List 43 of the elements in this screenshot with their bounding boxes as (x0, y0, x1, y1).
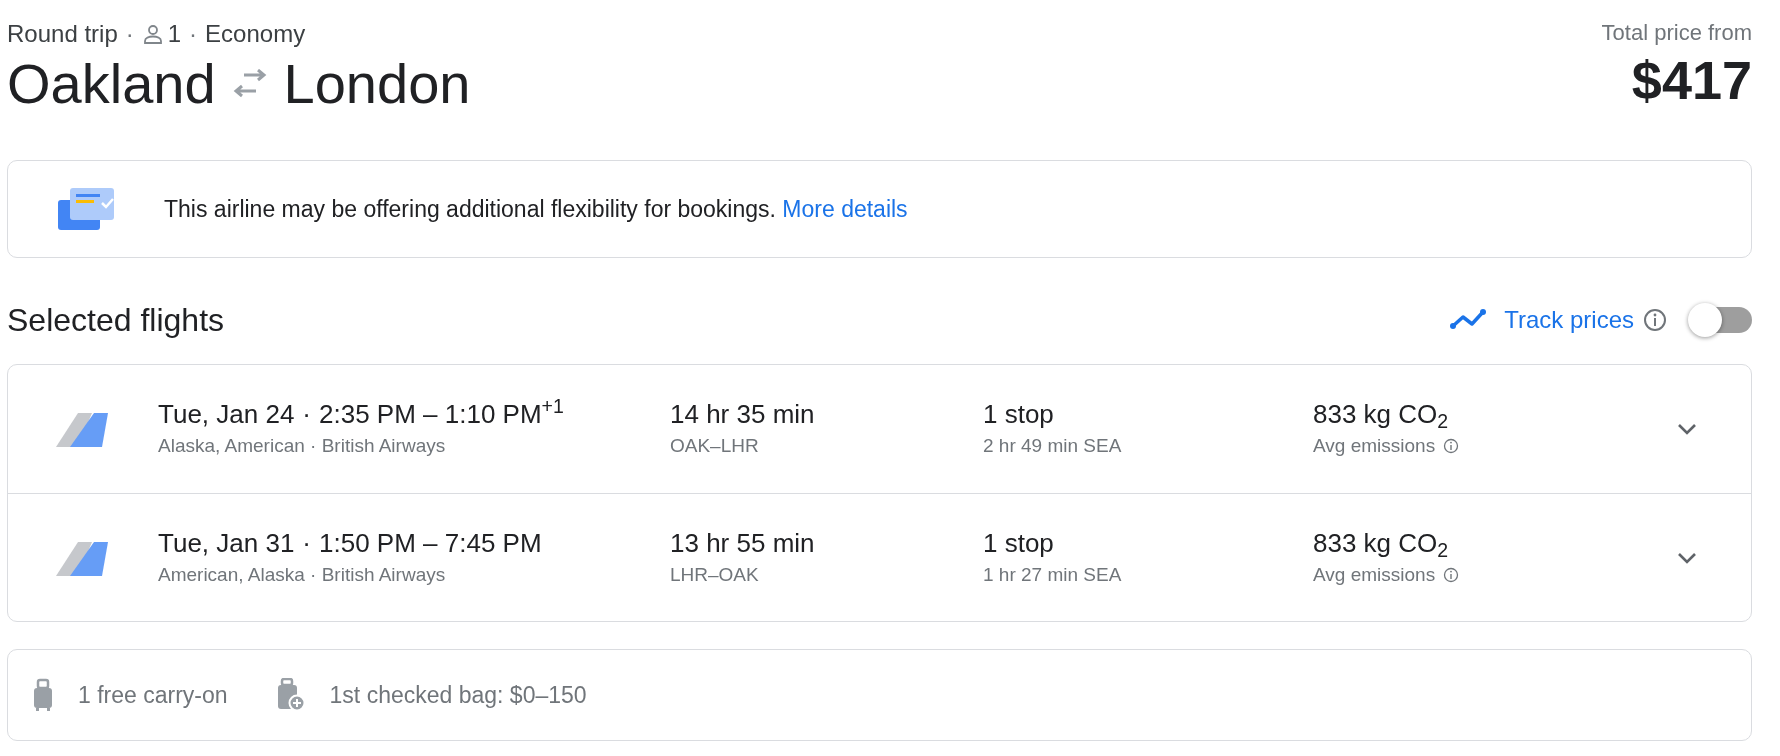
separator-dot: · (302, 398, 312, 432)
baggage-text: 1 free carry-on (78, 681, 228, 711)
suitcase-icon (32, 678, 54, 713)
info-icon (1642, 307, 1668, 334)
flight-date: Tue, Jan 31 (158, 526, 295, 560)
swap-arrows-icon (231, 69, 268, 100)
stop-count: 1 stop (983, 526, 1055, 560)
airline-names: American, Alaska · British Airways (158, 562, 447, 587)
suitcase-plus-icon (275, 678, 306, 713)
separator-dot: · (189, 19, 198, 49)
more-details-link[interactable]: More details (782, 196, 908, 223)
emissions-amount: 833 kg CO$_{2}$ (1313, 398, 1450, 433)
layover-info: 2 hr 49 min SEA (983, 434, 1123, 459)
layover-info: 1 hr 27 min SEA (983, 562, 1123, 587)
person-icon (141, 23, 164, 45)
ticket-icon (56, 186, 116, 233)
notice-text: This airline may be offering additional flexibility for bookings. More details (164, 195, 908, 225)
flight-duration: 14 hr 35 min (670, 398, 816, 432)
emissions-label: Avg emissions (1313, 434, 1436, 459)
stop-count: 1 stop (983, 398, 1055, 432)
emissions-amount: 833 kg CO$_{2}$ (1313, 526, 1450, 561)
price-label: Total price from (1601, 19, 1752, 47)
flight-times: 1:50 PM – 7:45 PM (319, 526, 542, 560)
baggage-text: 1st checked bag: $0–150 (329, 681, 587, 711)
airline-names: Alaska, American · British Airways (158, 434, 447, 459)
separator-dot: · (302, 526, 312, 560)
separator-dot: · (125, 19, 134, 49)
flight-times: 2:35 PM – 1:10 PM$^{+1}$ (319, 398, 564, 432)
flight-duration: 13 hr 55 min (670, 526, 816, 560)
airport-codes: OAK–LHR (670, 434, 760, 459)
trip-type: Round trip (7, 19, 118, 49)
info-icon (1443, 566, 1460, 583)
cabin-class: Economy (205, 19, 306, 49)
origin-city: Oakland (7, 52, 216, 117)
emissions-label: Avg emissions (1313, 562, 1436, 587)
total-price: $417 (1630, 49, 1752, 112)
airport-codes: LHR–OAK (670, 562, 760, 587)
info-icon (1443, 438, 1460, 455)
destination-city: London (283, 52, 471, 117)
flight-date: Tue, Jan 24 (158, 398, 295, 432)
passenger-count: 1 (167, 19, 182, 49)
section-title: Selected flights (7, 301, 224, 341)
track-prices-label: Track prices (1504, 305, 1634, 336)
